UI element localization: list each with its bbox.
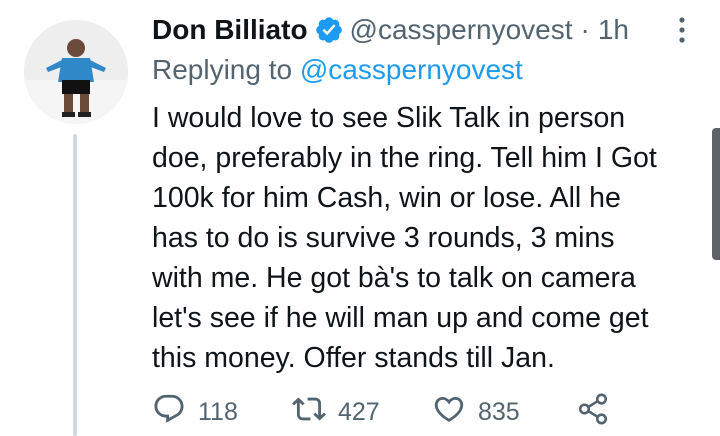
tweet-text-line: 100k for him Cash, win or lose. All he xyxy=(152,182,621,214)
like-count: 835 xyxy=(478,397,520,426)
retweet-icon xyxy=(292,392,326,433)
more-vertical-icon[interactable] xyxy=(670,14,694,46)
avatar[interactable] xyxy=(24,20,128,124)
scrollbar[interactable] xyxy=(712,128,720,260)
reply-count: 118 xyxy=(198,397,238,426)
verified-badge-icon xyxy=(314,15,344,45)
thread-line xyxy=(73,134,77,436)
reply-icon xyxy=(152,392,186,433)
tweet-header: Don Billiato @casspernyovest · 1h xyxy=(152,10,629,50)
heart-icon xyxy=(432,392,466,433)
tweet-text-line: with me. He got bà's to talk on camera xyxy=(152,262,636,294)
tweet-text: I would love to see Slik Talk in person … xyxy=(152,98,692,378)
tweet-text-line: has to do is survive 3 rounds, 3 mins xyxy=(152,222,615,254)
replying-to-mention[interactable]: @casspernyovest xyxy=(300,54,523,85)
share-button[interactable] xyxy=(576,392,610,433)
replying-to: Replying to @casspernyovest xyxy=(152,52,523,88)
share-icon xyxy=(576,392,610,433)
retweet-count: 427 xyxy=(338,397,380,426)
replying-prefix: Replying to xyxy=(152,54,293,85)
tweet-text-line: doe, preferably in the ring. Tell him I … xyxy=(152,142,657,174)
tweet-text-line: I would love to see Slik Talk in person xyxy=(152,102,626,134)
author-name[interactable]: Don Billiato xyxy=(152,10,308,50)
like-button[interactable]: 835 xyxy=(432,392,576,433)
author-handle[interactable]: @casspernyovest xyxy=(350,10,573,50)
separator-dot: · xyxy=(580,14,590,45)
retweet-button[interactable]: 427 xyxy=(292,392,432,433)
tweet-timestamp[interactable]: 1h xyxy=(598,10,629,50)
reply-button[interactable]: 118 xyxy=(152,392,292,433)
tweet-actions: 118 427 835 xyxy=(152,392,610,432)
tweet-text-line: let's see if he will man up and come get xyxy=(152,302,649,334)
tweet-text-line: this money. Offer stands till Jan. xyxy=(152,342,555,374)
